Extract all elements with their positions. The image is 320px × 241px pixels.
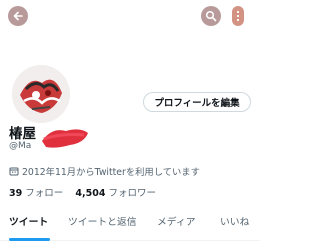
following-label: フォロー [25, 188, 64, 199]
avatar-image [12, 65, 70, 123]
redaction-scribble [42, 129, 88, 148]
search-icon [205, 10, 217, 22]
tab-tweets[interactable]: ツイート [9, 214, 48, 228]
followers-link[interactable]: 4,504 フォロワー [75, 188, 156, 199]
edit-profile-button[interactable]: プロフィールを編集 [143, 92, 251, 112]
back-button[interactable] [8, 6, 28, 26]
profile-handle: @Ma [9, 141, 32, 151]
avatar[interactable] [9, 62, 73, 126]
profile-tabs: ツイート ツイートと返信 メディア いいね [0, 206, 260, 241]
search-button[interactable] [201, 6, 221, 26]
tab-likes[interactable]: いいね [220, 214, 249, 228]
tab-media[interactable]: メディア [157, 214, 196, 228]
followers-count: 4,504 [75, 188, 106, 199]
joined-date: 2012年11月からTwitterを利用しています [9, 164, 200, 178]
more-button[interactable] [232, 6, 244, 26]
joined-text: 2012年11月からTwitterを利用しています [22, 167, 200, 178]
profile-banner [0, 0, 260, 70]
follow-stats: 39 フォロー 4,504 フォロワー [9, 185, 156, 199]
profile-name: 椿屋 [9, 126, 36, 142]
tab-tweets-and-replies[interactable]: ツイートと返信 [68, 214, 137, 228]
followers-label: フォロワー [108, 188, 156, 199]
following-count: 39 [9, 188, 23, 199]
following-link[interactable]: 39 フォロー [9, 188, 63, 199]
calendar-icon [9, 167, 19, 176]
more-icon [236, 10, 240, 22]
back-arrow-icon [13, 11, 23, 21]
